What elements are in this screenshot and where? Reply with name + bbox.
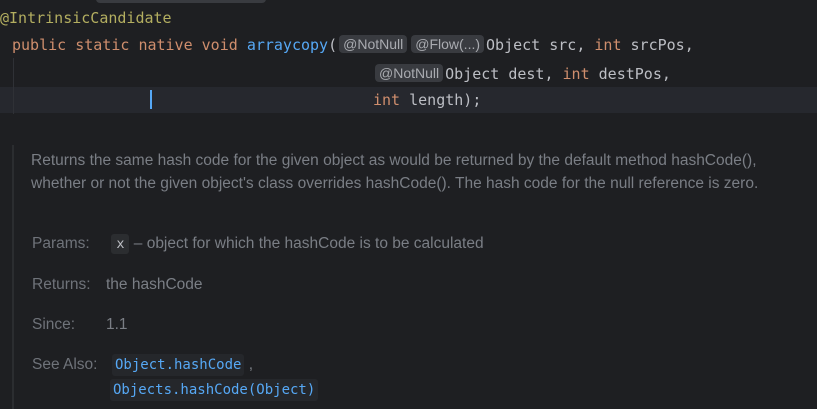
- type-object: Object: [445, 65, 500, 83]
- param-src: src,: [549, 36, 586, 54]
- type-object: Object: [486, 36, 541, 54]
- doc-see-also-row: See Also: Object.hashCode ,: [32, 353, 253, 377]
- code-line-4-current[interactable]: int length);: [0, 87, 817, 113]
- method-name: arraycopy: [246, 36, 329, 54]
- open-paren: (: [328, 36, 338, 54]
- indent-guide: [13, 58, 14, 114]
- see-also-separator: ,: [248, 356, 254, 373]
- returns-label: Returns:: [32, 276, 91, 293]
- param-description: – object for which the hashCode is to be…: [133, 235, 484, 252]
- doc-since-row: Since: 1.1: [32, 313, 128, 337]
- returns-value: the hashCode: [106, 276, 203, 293]
- code-line-2[interactable]: public static native void arraycopy(@Not…: [12, 32, 817, 58]
- keyword-int: int: [373, 91, 401, 109]
- param-name-chip: x: [111, 234, 130, 254]
- param-length: length);: [409, 91, 482, 109]
- doc-left-bar: [12, 145, 14, 409]
- code-editor[interactable]: @IntrinsicCandidate public static native…: [0, 0, 817, 409]
- param-destpos: destPos,: [598, 65, 671, 83]
- keyword-void: void: [201, 36, 238, 54]
- code-line-3[interactable]: @NotNull Object dest, int destPos,: [373, 61, 817, 87]
- doc-params-row: Params: x – object for which the hashCod…: [32, 232, 484, 256]
- code-line-1[interactable]: @IntrinsicCandidate: [0, 5, 817, 31]
- since-label: Since:: [32, 316, 76, 333]
- inlay-hint-notnull[interactable]: @NotNull: [375, 64, 444, 82]
- text-caret: [150, 90, 152, 109]
- inlay-hint-flow[interactable]: @Flow(...): [411, 35, 485, 53]
- keyword-int: int: [594, 36, 622, 54]
- keyword-static: static: [75, 36, 130, 54]
- doc-returns-row: Returns: the hashCode: [32, 273, 203, 297]
- keyword-int: int: [562, 65, 590, 83]
- keyword-native: native: [138, 36, 193, 54]
- see-also-link-object-hashcode[interactable]: Object.hashCode: [112, 354, 245, 376]
- see-also-label: See Also:: [32, 356, 98, 373]
- params-label: Params:: [32, 235, 90, 252]
- since-value: 1.1: [106, 316, 128, 333]
- param-srcpos: srcPos,: [630, 36, 694, 54]
- doc-see-also-row-2: Objects.hashCode(Object): [110, 378, 319, 402]
- inlay-hint-notnull[interactable]: @NotNull: [339, 35, 408, 53]
- rendered-javadoc[interactable]: Returns the same hash code for the given…: [0, 135, 817, 409]
- param-dest: dest,: [508, 65, 554, 83]
- annotation-token: @IntrinsicCandidate: [0, 9, 172, 27]
- doc-description: Returns the same hash code for the given…: [31, 152, 759, 192]
- see-also-link-objects-hashcode[interactable]: Objects.hashCode(Object): [110, 379, 319, 401]
- keyword-public: public: [12, 36, 67, 54]
- inlay-hint-fragment: [96, 0, 266, 3]
